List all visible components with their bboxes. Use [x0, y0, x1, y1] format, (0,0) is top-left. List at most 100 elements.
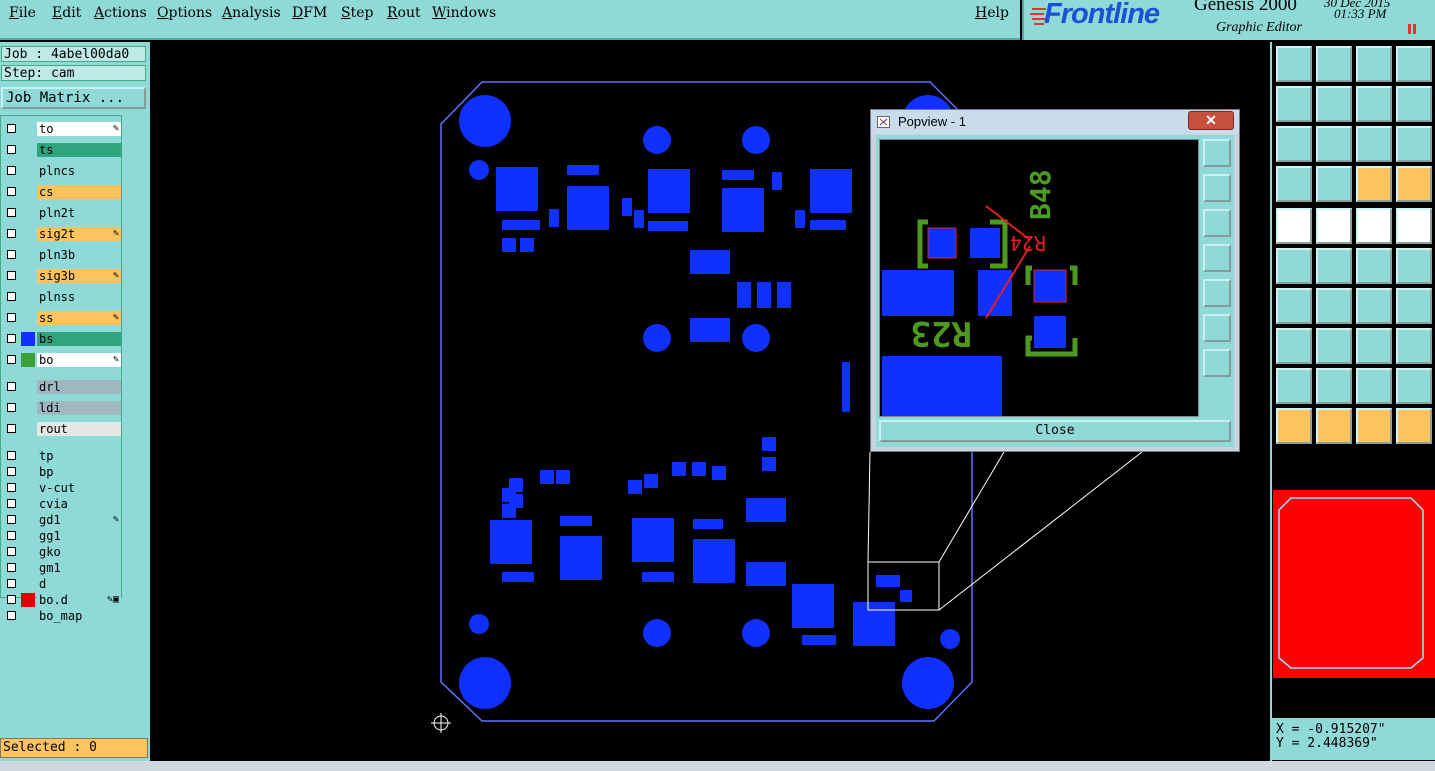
- layer-checkbox[interactable]: [7, 208, 16, 217]
- cut-icon[interactable]: [1316, 208, 1352, 244]
- close-button[interactable]: Close: [879, 420, 1231, 442]
- layer-checkbox[interactable]: [7, 499, 16, 508]
- layer-row-plncs[interactable]: plncs: [3, 164, 121, 178]
- a-warn-icon[interactable]: [1396, 368, 1432, 404]
- layer-checkbox[interactable]: [7, 229, 16, 238]
- layer-row-sig2t[interactable]: sig2t ✎: [3, 227, 121, 241]
- layer-row-rout[interactable]: rout: [3, 422, 121, 436]
- add-line-icon[interactable]: [1396, 248, 1432, 284]
- layers-icon[interactable]: [1396, 328, 1432, 364]
- layer-row-gg1[interactable]: gg1: [3, 529, 121, 543]
- layer-checkbox[interactable]: [7, 382, 16, 391]
- layer-checkbox[interactable]: [7, 292, 16, 301]
- menu-file[interactable]: File: [9, 5, 36, 21]
- menu-dfm[interactable]: DFM: [292, 5, 327, 21]
- layer-checkbox[interactable]: [7, 515, 16, 524]
- pan-left-icon[interactable]: [1276, 86, 1312, 122]
- layer-row-bs[interactable]: bs: [3, 332, 121, 346]
- menu-step[interactable]: Step: [341, 5, 373, 21]
- layer-row-d[interactable]: d: [3, 577, 121, 591]
- job-matrix-button[interactable]: Job Matrix ...: [1, 87, 146, 109]
- help-icon[interactable]: [1396, 126, 1432, 162]
- pin-icon[interactable]: [1316, 166, 1352, 202]
- layer-row-ldi[interactable]: ldi: [3, 401, 121, 415]
- layer-row-drl[interactable]: drl: [3, 380, 121, 394]
- popview-window[interactable]: Popview - 1 ✕ R23 B48 R24 Close: [870, 109, 1240, 452]
- layer-checkbox[interactable]: [7, 271, 16, 280]
- layer-checkbox[interactable]: [7, 563, 16, 572]
- grid-icon[interactable]: [1396, 166, 1432, 202]
- copy-icon[interactable]: [1276, 328, 1312, 364]
- layer-checkbox[interactable]: [7, 451, 16, 460]
- close-icon[interactable]: ✕: [1188, 111, 1234, 130]
- layer-row-sig3b[interactable]: sig3b ✎: [3, 269, 121, 283]
- line-dim-icon[interactable]: [1356, 328, 1392, 364]
- popview-titlebar[interactable]: Popview - 1 ✕: [871, 110, 1239, 134]
- box-select-icon[interactable]: [1356, 408, 1392, 444]
- layer-row-cvia[interactable]: cvia: [3, 497, 121, 511]
- layer-checkbox[interactable]: [7, 313, 16, 322]
- triangle-icon[interactable]: [1276, 368, 1312, 404]
- layer-checkbox[interactable]: [7, 124, 16, 133]
- menu-help[interactable]: Help: [975, 5, 1009, 21]
- zoom-out-icon[interactable]: [1203, 349, 1231, 377]
- pointer-icon[interactable]: [1276, 408, 1312, 444]
- layer-checkbox[interactable]: [7, 187, 16, 196]
- measure-icon[interactable]: [1276, 166, 1312, 202]
- draw-diag-icon[interactable]: [1316, 288, 1352, 324]
- center-icon[interactable]: [1316, 126, 1352, 162]
- layer-checkbox[interactable]: [7, 531, 16, 540]
- zoom-in-icon[interactable]: [1203, 314, 1231, 342]
- a-select-icon[interactable]: [1356, 368, 1392, 404]
- layer-row-pln3b[interactable]: pln3b: [3, 248, 121, 262]
- layer-row-ss[interactable]: ss ✎: [3, 311, 121, 325]
- layer-checkbox[interactable]: [7, 334, 16, 343]
- pan-right-icon[interactable]: [1316, 86, 1352, 122]
- layer-row-gm1[interactable]: gm1: [3, 561, 121, 575]
- layer-row-bo[interactable]: bo ✎: [3, 353, 121, 367]
- layer-checkbox[interactable]: [7, 483, 16, 492]
- menu-edit[interactable]: Edit: [52, 5, 81, 21]
- layer-row-to[interactable]: to ✎: [3, 122, 121, 136]
- popview-canvas[interactable]: R23 B48 R24: [879, 139, 1199, 417]
- arc-icon[interactable]: [1356, 288, 1392, 324]
- layer-row-gko[interactable]: gko: [3, 545, 121, 559]
- layer-checkbox[interactable]: [7, 166, 16, 175]
- menu-options[interactable]: Options: [157, 5, 212, 21]
- home-icon[interactable]: [1356, 46, 1392, 82]
- snap-icon[interactable]: [1356, 166, 1392, 202]
- one-to-one-icon[interactable]: [1356, 126, 1392, 162]
- move-down-icon[interactable]: [1316, 46, 1352, 82]
- select-icon[interactable]: [1316, 408, 1352, 444]
- fit-icon[interactable]: [1276, 126, 1312, 162]
- menu-rout[interactable]: Rout: [387, 5, 421, 21]
- layer-checkbox[interactable]: [7, 547, 16, 556]
- layer-checkbox[interactable]: [7, 595, 16, 604]
- layer-checkbox[interactable]: [7, 579, 16, 588]
- pan-left-icon[interactable]: [1203, 244, 1231, 272]
- layer-checkbox[interactable]: [7, 250, 16, 259]
- pan-down-icon[interactable]: [1203, 209, 1231, 237]
- layer-checkbox[interactable]: [7, 145, 16, 154]
- layer-row-gd1[interactable]: gd1 ✎: [3, 513, 121, 527]
- ruler-icon[interactable]: [1356, 208, 1392, 244]
- pan-right-icon[interactable]: [1203, 279, 1231, 307]
- draw-line-icon[interactable]: [1276, 288, 1312, 324]
- layer-row-bp[interactable]: bp: [3, 465, 121, 479]
- zoom-fit-icon[interactable]: [1203, 139, 1231, 167]
- menu-windows[interactable]: Windows: [432, 5, 496, 21]
- layer-row-tp[interactable]: tp: [3, 449, 121, 463]
- window-icon[interactable]: [1396, 46, 1432, 82]
- move-up-icon[interactable]: [1276, 46, 1312, 82]
- drag-icon[interactable]: [1316, 328, 1352, 364]
- layer-row-v-cut[interactable]: v-cut: [3, 481, 121, 495]
- layer-checkbox[interactable]: [7, 611, 16, 620]
- layer-row-plnss[interactable]: plnss: [3, 290, 121, 304]
- menu-actions[interactable]: Actions: [94, 5, 147, 21]
- a-icon[interactable]: [1316, 368, 1352, 404]
- layer-checkbox[interactable]: [7, 403, 16, 412]
- layer-row-ts[interactable]: ts: [3, 143, 121, 157]
- layer-checkbox[interactable]: [7, 355, 16, 364]
- layer-row-bo.d[interactable]: bo.d ✎▣: [3, 593, 121, 607]
- menu-analysis[interactable]: Analysis: [222, 5, 281, 21]
